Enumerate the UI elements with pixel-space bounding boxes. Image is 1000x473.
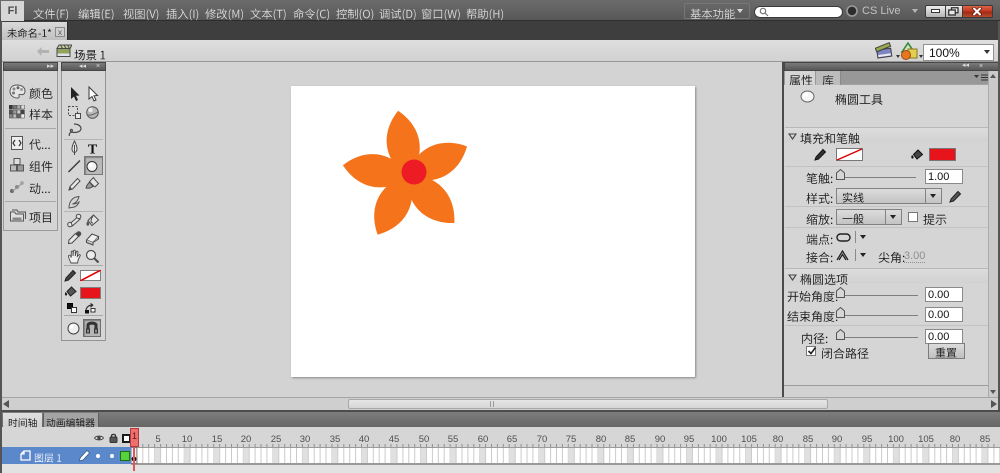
svg-text:35: 35 (330, 434, 341, 445)
svg-text:20: 20 (241, 434, 252, 445)
svg-text:60: 60 (478, 434, 489, 445)
svg-text:95: 95 (684, 434, 695, 445)
svg-text:75: 75 (566, 434, 577, 445)
svg-text:50: 50 (419, 434, 430, 445)
svg-text:105: 105 (918, 434, 934, 445)
svg-text:45: 45 (389, 434, 400, 445)
svg-text:30: 30 (300, 434, 311, 445)
svg-text:100: 100 (711, 434, 727, 445)
svg-text:95: 95 (862, 434, 873, 445)
svg-text:T: T (88, 143, 98, 158)
svg-text:10: 10 (182, 434, 193, 445)
svg-text:70: 70 (537, 434, 548, 445)
svg-text:40: 40 (359, 434, 370, 445)
svg-text:25: 25 (271, 434, 282, 445)
svg-text:55: 55 (448, 434, 459, 445)
svg-text:80: 80 (950, 434, 961, 445)
svg-text:85: 85 (980, 434, 991, 445)
svg-text:85: 85 (803, 434, 814, 445)
svg-text:90: 90 (655, 434, 666, 445)
svg-text:15: 15 (212, 434, 223, 445)
svg-text:80: 80 (596, 434, 607, 445)
svg-text:65: 65 (507, 434, 518, 445)
svg-text:90: 90 (832, 434, 843, 445)
svg-text:85: 85 (625, 434, 636, 445)
svg-text:100: 100 (888, 434, 904, 445)
svg-text:105: 105 (741, 434, 757, 445)
svg-text:80: 80 (773, 434, 784, 445)
svg-text:5: 5 (155, 434, 160, 445)
